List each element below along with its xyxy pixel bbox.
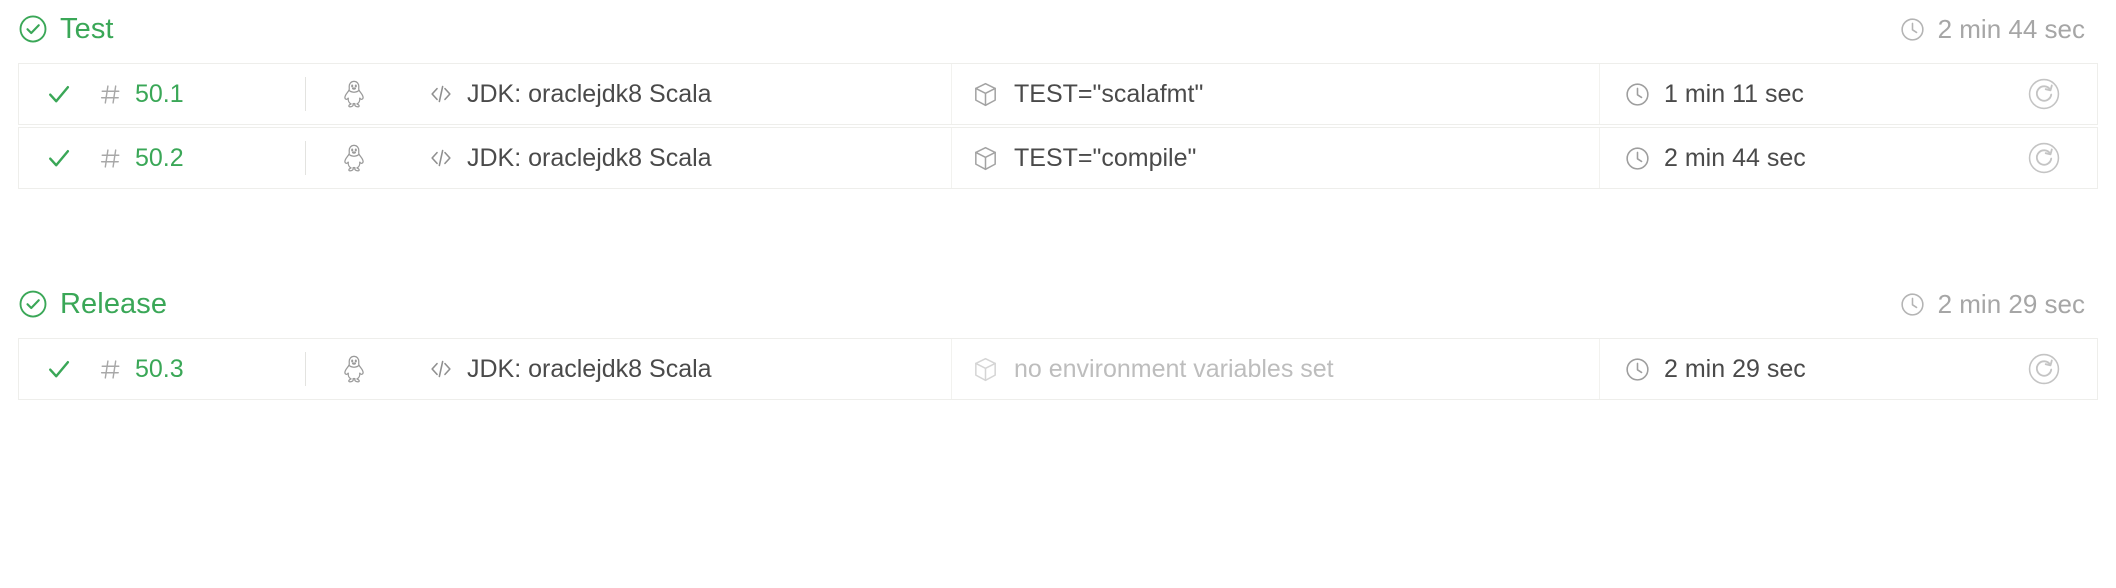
stage-status-icon bbox=[19, 290, 47, 318]
job-list: 50.1 JDK: oraclejdk8 Scala TEST="scalafmt"… bbox=[0, 63, 2116, 189]
check-icon bbox=[49, 361, 70, 378]
job-env-text: TEST="scalafmt" bbox=[1014, 79, 1204, 108]
job-action-cell[interactable] bbox=[1991, 64, 2097, 124]
job-env-text: TEST="compile" bbox=[1014, 143, 1197, 172]
job-env-cell[interactable]: no environment variables set bbox=[951, 339, 1599, 399]
hash-icon bbox=[100, 148, 120, 168]
job-env-text: no environment variables set bbox=[1014, 354, 1334, 383]
job-action-cell[interactable] bbox=[1991, 128, 2097, 188]
linux-tux-icon bbox=[344, 355, 364, 383]
job-config-text: JDK: oraclejdk8 Scala bbox=[467, 79, 712, 108]
stage-title: Release bbox=[60, 287, 168, 320]
job-duration-cell: 2 min 44 sec bbox=[1599, 128, 1991, 188]
job-config-text: JDK: oraclejdk8 Scala bbox=[467, 143, 712, 172]
check-icon bbox=[49, 86, 70, 103]
job-config-text: JDK: oraclejdk8 Scala bbox=[467, 354, 712, 383]
restart-icon[interactable] bbox=[2027, 77, 2061, 111]
stage-duration: 2 min 44 sec bbox=[1899, 14, 2094, 45]
job-row[interactable]: 50.2 JDK: oraclejdk8 Scala TEST="compile" 2… bbox=[18, 127, 2098, 189]
stage-duration-text: 2 min 44 sec bbox=[1937, 13, 2085, 44]
job-duration-text: 2 min 44 sec bbox=[1664, 143, 1806, 172]
job-duration-text: 2 min 29 sec bbox=[1664, 354, 1806, 383]
cube-icon bbox=[975, 357, 996, 381]
job-duration-text: 1 min 11 sec bbox=[1664, 79, 1804, 108]
job-build-number: 50.2 bbox=[135, 143, 184, 172]
clock-icon bbox=[1626, 82, 1649, 106]
stage-header[interactable]: Release 2 min 29 sec bbox=[0, 275, 2116, 333]
job-duration-cell: 2 min 29 sec bbox=[1599, 339, 1991, 399]
check-icon bbox=[49, 150, 70, 167]
job-env-cell[interactable]: TEST="scalafmt" bbox=[951, 64, 1599, 124]
clock-icon bbox=[1900, 17, 1924, 41]
stage-duration-text: 2 min 29 sec bbox=[1937, 288, 2085, 319]
job-config-cell[interactable]: JDK: oraclejdk8 Scala bbox=[306, 339, 951, 399]
restart-icon[interactable] bbox=[2027, 141, 2061, 175]
cube-icon bbox=[975, 82, 996, 106]
job-build-cell[interactable]: 50.2 bbox=[19, 128, 305, 188]
job-row[interactable]: 50.3 JDK: oraclejdk8 Scala no environment … bbox=[18, 338, 2098, 400]
linux-tux-icon bbox=[344, 144, 364, 172]
job-build-number: 50.3 bbox=[135, 354, 184, 383]
job-env-cell[interactable]: TEST="compile" bbox=[951, 128, 1599, 188]
stage-header[interactable]: Test 2 min 44 sec bbox=[0, 0, 2116, 58]
job-build-number: 50.1 bbox=[135, 79, 184, 108]
pipeline-stage: Test 2 min 44 sec 50.1 JDK: oraclejdk8 Scal… bbox=[0, 0, 2116, 189]
code-icon bbox=[431, 360, 451, 378]
hash-icon bbox=[100, 84, 120, 104]
job-row[interactable]: 50.1 JDK: oraclejdk8 Scala TEST="scalafmt"… bbox=[18, 63, 2098, 125]
hash-icon bbox=[100, 359, 120, 379]
restart-icon[interactable] bbox=[2027, 352, 2061, 386]
cube-icon bbox=[975, 146, 996, 170]
stage-duration: 2 min 29 sec bbox=[1899, 289, 2094, 320]
pipeline-stage: Release 2 min 29 sec 50.3 JDK: oraclejdk8 S… bbox=[0, 275, 2116, 400]
stage-title: Test bbox=[60, 12, 114, 45]
clock-icon bbox=[1626, 357, 1649, 381]
clock-icon bbox=[1626, 146, 1649, 170]
stage-status-icon bbox=[19, 15, 47, 43]
clock-icon bbox=[1900, 292, 1924, 316]
job-action-cell[interactable] bbox=[1991, 339, 2097, 399]
code-icon bbox=[431, 149, 451, 167]
job-build-cell[interactable]: 50.1 bbox=[19, 64, 305, 124]
linux-tux-icon bbox=[344, 80, 364, 108]
job-config-cell[interactable]: JDK: oraclejdk8 Scala bbox=[306, 64, 951, 124]
code-icon bbox=[431, 85, 451, 103]
job-config-cell[interactable]: JDK: oraclejdk8 Scala bbox=[306, 128, 951, 188]
job-list: 50.3 JDK: oraclejdk8 Scala no environment … bbox=[0, 338, 2116, 400]
build-pipeline: Test 2 min 44 sec 50.1 JDK: oraclejdk8 Scal… bbox=[0, 0, 2116, 400]
job-build-cell[interactable]: 50.3 bbox=[19, 339, 305, 399]
job-duration-cell: 1 min 11 sec bbox=[1599, 64, 1991, 124]
